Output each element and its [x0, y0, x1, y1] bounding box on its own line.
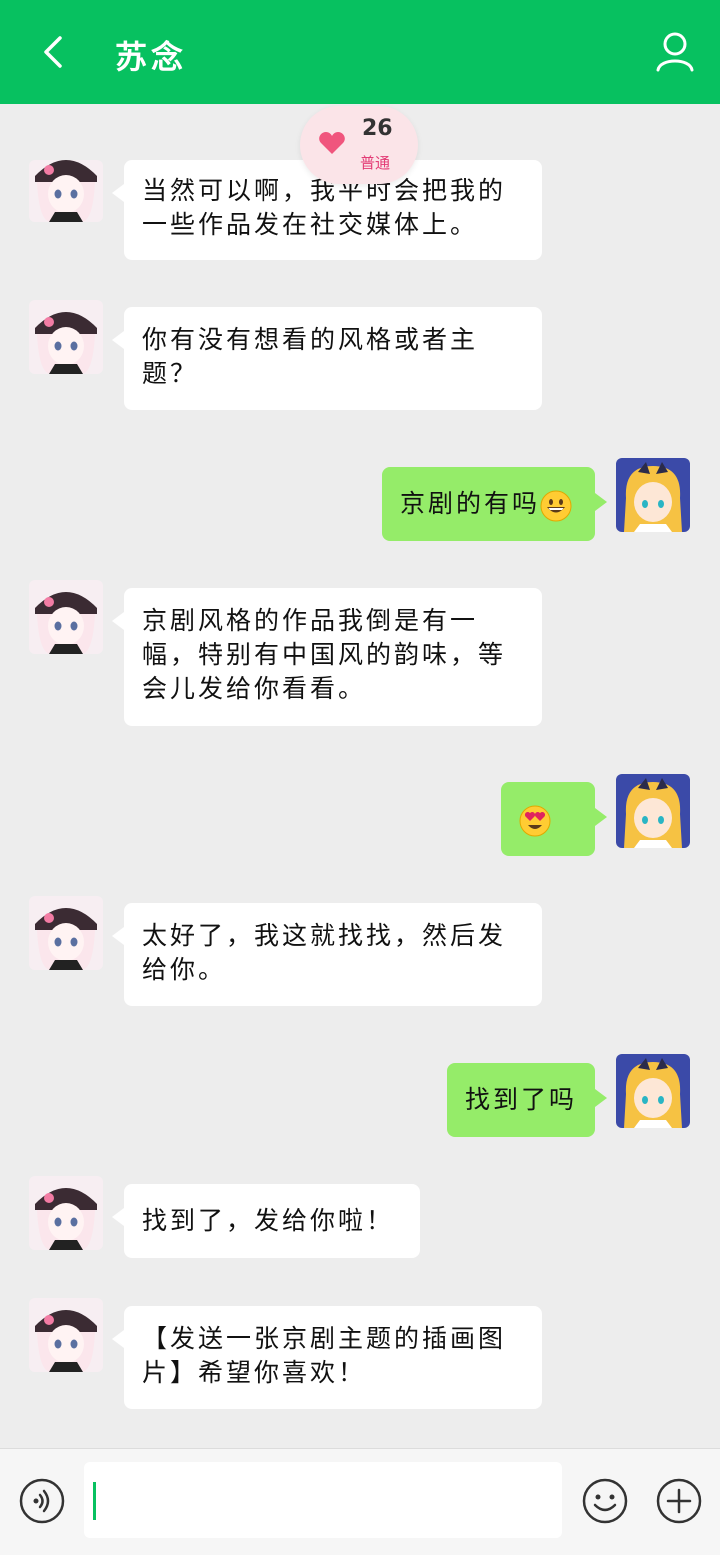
message-text: 当然可以啊，我平时会把我的一些作品发在社交媒体上。 — [142, 176, 507, 239]
message-text: 找到了吗 — [465, 1085, 578, 1114]
contact-avatar[interactable] — [29, 896, 103, 970]
chat-title: 苏念 — [115, 38, 188, 76]
message-text: 你有没有想看的风格或者主题？ — [142, 325, 479, 388]
smiley-icon[interactable] — [582, 1478, 628, 1524]
heart-eyes-face-icon — [519, 805, 551, 836]
message-text: 京剧的有吗 — [400, 489, 541, 518]
user-avatar[interactable] — [616, 774, 690, 848]
message-bubble[interactable]: 【发送一张京剧主题的插画图片】希望你喜欢！ — [112, 1306, 542, 1409]
message-bubble[interactable]: 找到了，发给你啦！ — [112, 1184, 420, 1258]
message-text: 京剧风格的作品我倒是有一幅，特别有中国风的韵味，等会儿发给你看看。 — [142, 606, 507, 703]
message-bubble[interactable] — [501, 782, 607, 856]
message-row: 你有没有想看的风格或者主题？ — [0, 300, 720, 410]
message-text: 找到了，发给你啦！ — [142, 1206, 395, 1235]
affinity-level: 普通 — [360, 154, 391, 172]
message-row: 找到了，发给你啦！ — [0, 1176, 720, 1260]
contact-avatar[interactable] — [29, 300, 103, 374]
voice-icon[interactable] — [19, 1478, 65, 1524]
back-arrow-icon[interactable] — [34, 30, 74, 74]
message-row: 京剧风格的作品我倒是有一幅，特别有中国风的韵味，等会儿发给你看看。 — [0, 580, 720, 726]
heart-icon — [319, 132, 345, 154]
affinity-badge[interactable]: 26 普通 — [300, 106, 418, 184]
message-bubble[interactable]: 京剧的有吗 — [382, 467, 607, 541]
message-bubble[interactable]: 太好了，我这就找找，然后发给你。 — [112, 903, 542, 1006]
message-row: 【发送一张京剧主题的插画图片】希望你喜欢！ — [0, 1298, 720, 1410]
text-caret — [93, 1482, 96, 1520]
plus-icon[interactable] — [656, 1478, 702, 1524]
message-list[interactable]: 当然可以啊，我平时会把我的一些作品发在社交媒体上。 你有没有想看的风格或者主题？… — [0, 104, 720, 1448]
user-avatar[interactable] — [616, 1054, 690, 1128]
message-row — [0, 774, 720, 858]
message-bubble[interactable]: 你有没有想看的风格或者主题？ — [112, 307, 542, 410]
grinning-face-icon — [540, 490, 572, 521]
message-bubble[interactable]: 京剧风格的作品我倒是有一幅，特别有中国风的韵味，等会儿发给你看看。 — [112, 588, 542, 726]
chat-header: 苏念 — [0, 0, 720, 104]
message-text: 【发送一张京剧主题的插画图片】希望你喜欢！ — [142, 1324, 507, 1387]
message-row: 太好了，我这就找找，然后发给你。 — [0, 896, 720, 1008]
contact-avatar[interactable] — [29, 160, 103, 222]
message-input[interactable] — [84, 1462, 562, 1538]
contact-avatar[interactable] — [29, 1298, 103, 1372]
message-row: 京剧的有吗 — [0, 458, 720, 542]
person-icon[interactable] — [654, 30, 696, 74]
user-avatar[interactable] — [616, 458, 690, 532]
contact-avatar[interactable] — [29, 1176, 103, 1250]
message-text: 太好了，我这就找找，然后发给你。 — [142, 921, 507, 984]
affinity-count: 26 — [362, 116, 393, 141]
message-bubble[interactable]: 找到了吗 — [447, 1063, 607, 1137]
contact-avatar[interactable] — [29, 580, 103, 654]
message-row: 找到了吗 — [0, 1054, 720, 1138]
